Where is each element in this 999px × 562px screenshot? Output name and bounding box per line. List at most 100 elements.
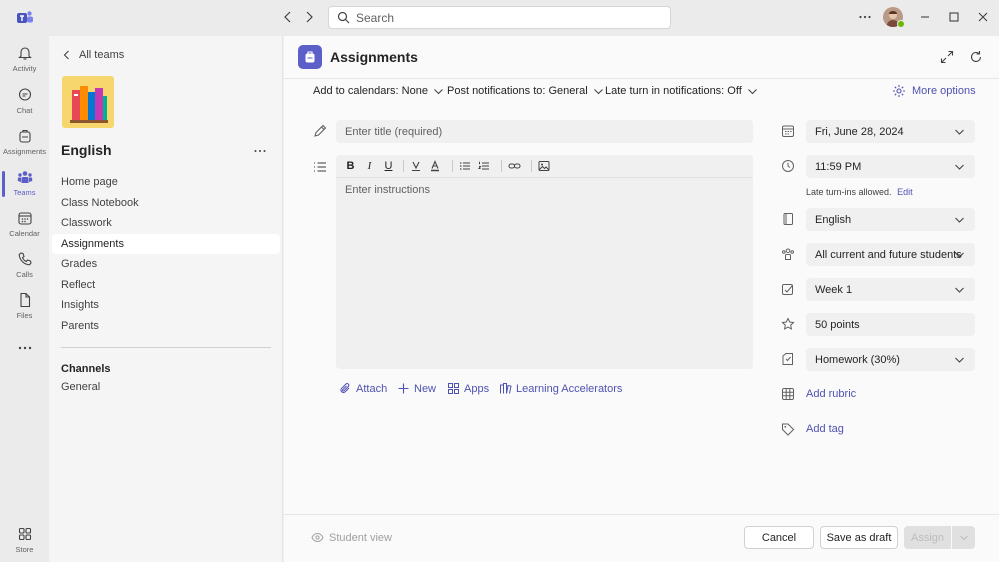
nav-item-home-page[interactable]: Home page — [52, 172, 280, 192]
assign-options-button[interactable] — [952, 526, 975, 549]
page-title: Assignments — [330, 49, 418, 65]
link-icon[interactable] — [508, 160, 525, 172]
forward-arrow-icon[interactable] — [302, 10, 316, 24]
grading-category-icon — [781, 352, 797, 368]
points-input[interactable]: 50 points — [806, 313, 975, 336]
attach-button[interactable]: Attach — [339, 382, 387, 395]
late-turn-in-label: Late turn in notifications: Off — [605, 85, 742, 97]
save-as-draft-button[interactable]: Save as draft — [820, 526, 898, 549]
tag-icon — [781, 422, 797, 438]
search-input[interactable]: Search — [328, 6, 671, 29]
store-icon — [17, 526, 33, 542]
expand-icon[interactable] — [940, 50, 954, 64]
back-arrow-icon[interactable] — [281, 10, 295, 24]
more-options-button[interactable]: More options — [892, 84, 976, 98]
team-avatar-books-icon — [62, 76, 114, 128]
underline-icon[interactable]: U — [380, 160, 397, 172]
teams-icon — [17, 169, 33, 185]
numbered-list-icon[interactable] — [478, 160, 495, 172]
channel-item-general[interactable]: General — [52, 377, 280, 397]
late-turn-in-notifications-dropdown[interactable]: Late turn in notifications: Off — [605, 85, 758, 97]
title-bar: Search — [0, 0, 999, 36]
gear-icon — [892, 84, 906, 98]
highlight-icon[interactable] — [410, 160, 427, 172]
rail-item-calls[interactable]: Calls — [0, 245, 49, 285]
add-tag-link[interactable]: Add tag — [806, 423, 844, 435]
rail-label: Activity — [12, 64, 37, 73]
post-notifications-label: Post notifications to: General — [447, 85, 588, 97]
rail-label: Calls — [16, 270, 33, 279]
due-time-picker[interactable]: 11:59 PM — [806, 155, 975, 178]
file-icon — [17, 292, 33, 308]
nav-item-grades[interactable]: Grades — [52, 254, 280, 274]
nav-item-insights[interactable]: Insights — [52, 295, 280, 315]
nav-item-assignments[interactable]: Assignments — [52, 234, 280, 254]
maximize-icon[interactable] — [947, 10, 961, 24]
new-label: New — [414, 382, 437, 395]
chevron-down-icon — [593, 86, 604, 97]
chevron-down-icon — [954, 126, 965, 137]
rail-item-assignments[interactable]: Assignments — [0, 122, 49, 162]
learning-accelerators-label: Learning Accelerators — [516, 382, 623, 395]
title-input[interactable]: Enter title (required) — [336, 120, 753, 143]
class-dropdown[interactable]: English — [806, 208, 975, 231]
assignment-editor: Assignments Add to calendars: None Post … — [284, 36, 999, 562]
apps-label: Apps — [464, 382, 490, 395]
due-date-picker[interactable]: Fri, June 28, 2024 — [806, 120, 975, 143]
grading-category-dropdown[interactable]: Homework (30%) — [806, 348, 975, 371]
search-placeholder: Search — [356, 10, 395, 25]
add-to-calendars-dropdown[interactable]: Add to calendars: None — [313, 85, 444, 97]
assignments-app-icon — [298, 45, 322, 69]
rail-item-chat[interactable]: Chat — [0, 81, 49, 121]
rail-item-activity[interactable]: Activity — [0, 39, 49, 79]
refresh-icon[interactable] — [969, 50, 983, 64]
font-color-icon[interactable] — [429, 160, 446, 172]
team-sidebar: All teams English Home page Class Notebo… — [49, 36, 283, 562]
clock-icon — [781, 159, 797, 175]
bulleted-list-icon[interactable] — [459, 160, 476, 172]
add-rubric-link[interactable]: Add rubric — [806, 388, 856, 400]
rail-item-teams[interactable]: Teams — [0, 163, 49, 203]
chevron-down-icon — [954, 161, 965, 172]
image-icon[interactable] — [538, 160, 555, 172]
team-more-options-icon[interactable] — [253, 144, 267, 158]
instructions-editor[interactable]: B I U Enter instructions — [336, 155, 753, 369]
late-turn-ins-edit-link[interactable]: Edit — [897, 187, 913, 197]
student-view-button[interactable]: Student view — [311, 531, 392, 544]
close-icon[interactable] — [976, 10, 990, 24]
minimize-icon[interactable] — [918, 10, 932, 24]
assign-button[interactable]: Assign — [904, 526, 952, 549]
rail-item-files[interactable]: Files — [0, 286, 49, 326]
apps-button[interactable]: Apps — [447, 382, 489, 395]
channels-heading: Channels — [61, 363, 111, 375]
instructions-placeholder: Enter instructions — [345, 184, 430, 196]
toolbar-divider — [501, 160, 502, 172]
nav-item-class-notebook[interactable]: Class Notebook — [52, 193, 280, 213]
rail-item-store[interactable]: Store — [0, 520, 49, 560]
all-teams-link[interactable]: All teams — [61, 49, 124, 61]
paperclip-icon — [339, 382, 352, 395]
category-dropdown[interactable]: Week 1 — [806, 278, 975, 301]
calendar-date-icon — [781, 124, 797, 140]
learning-accelerators-button[interactable]: Learning Accelerators — [499, 382, 622, 395]
rail-label: Calendar — [9, 229, 40, 238]
rail-item-more-apps[interactable] — [0, 328, 49, 368]
points-value: 50 points — [815, 318, 860, 331]
post-notifications-dropdown[interactable]: Post notifications to: General — [447, 85, 604, 97]
nav-item-classwork[interactable]: Classwork — [52, 213, 280, 233]
cancel-button[interactable]: Cancel — [744, 526, 814, 549]
new-button[interactable]: New — [397, 382, 436, 395]
assign-to-dropdown[interactable]: All current and future students — [806, 243, 975, 266]
italic-icon[interactable]: I — [361, 160, 378, 172]
more-options-icon[interactable] — [858, 10, 872, 24]
footer-divider — [284, 514, 999, 515]
rubric-grid-icon — [781, 387, 797, 403]
category-value: Week 1 — [815, 283, 853, 296]
nav-item-parents[interactable]: Parents — [52, 316, 280, 336]
more-apps-icon — [17, 340, 33, 356]
divider — [61, 347, 271, 348]
rail-item-calendar[interactable]: Calendar — [0, 204, 49, 244]
late-turn-ins-text: Late turn-ins allowed. — [806, 187, 892, 197]
bold-icon[interactable]: B — [342, 160, 359, 172]
nav-item-reflect[interactable]: Reflect — [52, 275, 280, 295]
